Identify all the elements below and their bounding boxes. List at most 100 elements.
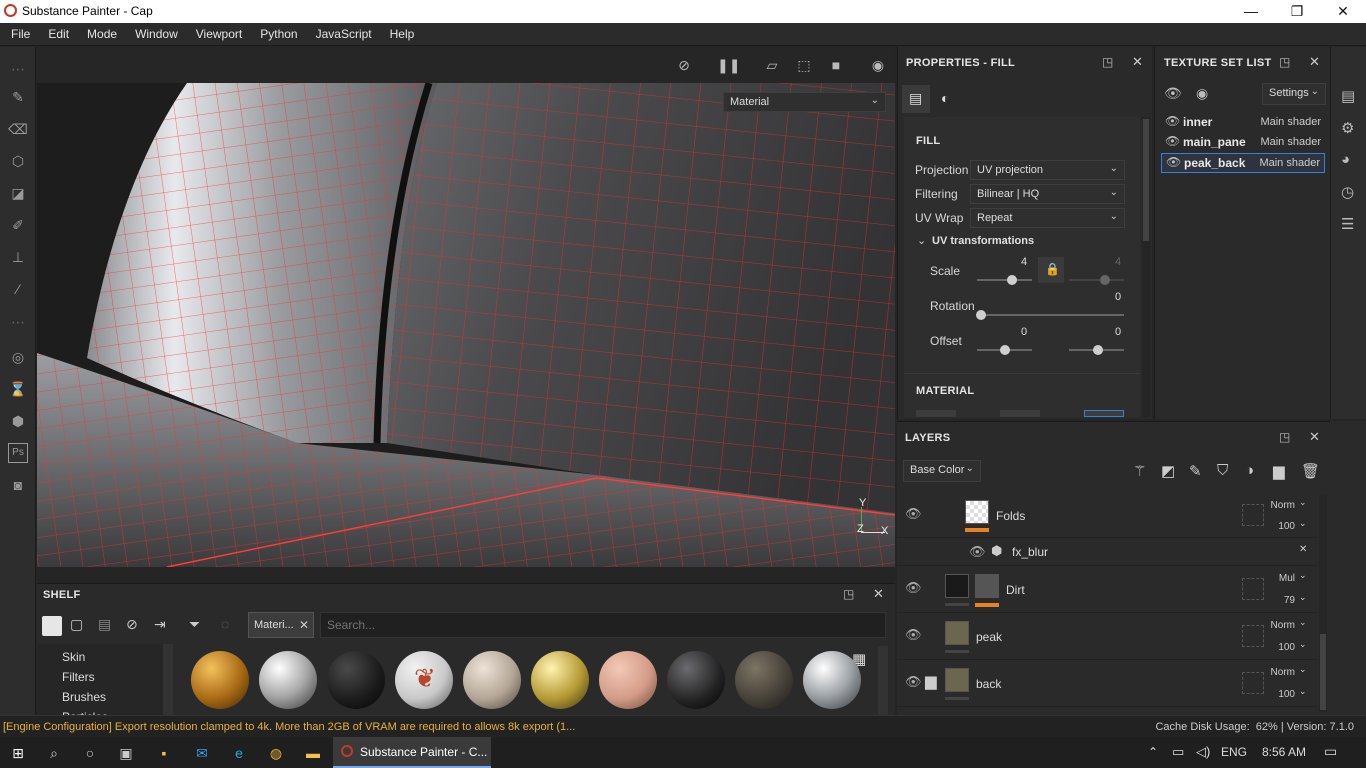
float-panel-icon[interactable]: ◳ xyxy=(1279,55,1290,69)
close-layers-icon[interactable]: ✕ xyxy=(1309,429,1320,445)
display-settings-icon[interactable]: ⚙ xyxy=(1341,119,1354,137)
menu-javascript[interactable]: JavaScript xyxy=(307,23,381,46)
close-shelf-icon[interactable]: ✕ xyxy=(873,586,884,602)
channel-dropdown[interactable]: Base Color ⌄ xyxy=(903,460,981,482)
offset-u-slider-knob[interactable] xyxy=(1000,345,1010,355)
material-ball-black[interactable] xyxy=(327,651,385,709)
notifications-icon[interactable]: ▭ xyxy=(1324,743,1337,760)
substance-icon[interactable]: ⬢ xyxy=(8,411,28,431)
blend-mode[interactable]: Norm xyxy=(1271,667,1295,678)
clock[interactable]: 8:56 AM xyxy=(1262,745,1306,759)
menu-python[interactable]: Python xyxy=(251,23,306,46)
log-icon[interactable]: ☰ xyxy=(1341,215,1354,233)
chevron-down-icon[interactable]: ⌄ xyxy=(1299,664,1307,675)
3d-viewport[interactable]: Material ⌄ Y X Z xyxy=(37,83,895,567)
opacity-value[interactable]: 100 xyxy=(1278,521,1295,532)
opacity-value[interactable]: 79 xyxy=(1284,595,1295,606)
float-panel-icon[interactable]: ◳ xyxy=(1102,55,1113,69)
texture-set-item-inner[interactable]: 👁 inner Main shader xyxy=(1161,113,1325,131)
add-mask-icon[interactable]: ◩ xyxy=(1161,462,1175,480)
chevron-down-icon[interactable]: ⌄ xyxy=(1299,497,1307,508)
uv-transformations-label[interactable]: UV transformations xyxy=(932,235,1034,247)
material-tab[interactable]: ◐ xyxy=(934,85,962,113)
texture-set-settings-icon[interactable]: ▤ xyxy=(1341,87,1355,105)
scale-lock-button[interactable]: 🔒 xyxy=(1038,257,1064,283)
category-brushes[interactable]: Brushes xyxy=(62,690,106,704)
eraser-icon[interactable]: ⌫ xyxy=(8,119,28,139)
category-filters[interactable]: Filters xyxy=(62,670,95,684)
minimize-button[interactable]: — xyxy=(1228,0,1274,23)
show-hidden-icons-icon[interactable]: ⌃ xyxy=(1148,745,1158,759)
smudge-icon[interactable]: ✐ xyxy=(8,215,28,235)
pause-icon[interactable]: ❚❚ xyxy=(717,55,740,75)
shader-settings-icon[interactable]: ◕ xyxy=(1341,151,1350,168)
material-toggle-2[interactable] xyxy=(1000,410,1040,417)
collapse-chevron-icon[interactable]: ⌄ xyxy=(917,234,926,247)
mask-slot[interactable] xyxy=(1242,504,1264,526)
float-panel-icon[interactable]: ◳ xyxy=(1279,430,1290,444)
material-ball-gold-hex[interactable] xyxy=(191,651,249,709)
close-properties-icon[interactable]: ✕ xyxy=(1132,54,1143,70)
remove-filter-icon[interactable]: ✕ xyxy=(299,618,309,632)
chevron-down-icon[interactable]: ⌄ xyxy=(1299,570,1307,581)
blend-mode[interactable]: Norm xyxy=(1271,620,1295,631)
menu-edit[interactable]: Edit xyxy=(39,23,78,46)
add-folder-icon[interactable]: ▆ xyxy=(1273,462,1285,480)
file-explorer-icon[interactable]: ▬ xyxy=(303,743,323,763)
bake-icon[interactable]: ◎ xyxy=(8,347,28,367)
eye-icon[interactable]: 👁 xyxy=(905,580,922,596)
material-ball-clay[interactable] xyxy=(463,651,521,709)
view-mode-dropdown[interactable]: Material ⌄ xyxy=(723,92,886,112)
store-icon[interactable]: ▪ xyxy=(154,743,174,763)
add-fill-layer-icon[interactable]: ⛉ xyxy=(1217,462,1228,479)
layer-row-folds[interactable]: 👁 Folds Norm 100 ⌄ ⌄ xyxy=(897,494,1317,538)
shelf-search-input[interactable] xyxy=(320,612,886,638)
material-ball-leaf[interactable]: ❦ xyxy=(395,651,453,709)
clone-stamp-icon[interactable]: ⊥ xyxy=(8,247,28,267)
layer-row-peak[interactable]: 👁 peak Norm 100 ⌄ ⌄ xyxy=(897,613,1317,660)
timeline-icon[interactable]: ⌛ xyxy=(8,379,28,399)
projection-dropdown[interactable]: UV projection ⌄ xyxy=(970,160,1125,180)
chevron-down-icon[interactable]: ⌄ xyxy=(1299,639,1307,650)
reset-icon[interactable]: ◌ xyxy=(221,616,229,632)
blend-mode[interactable]: Norm xyxy=(1271,500,1295,511)
close-texture-set-list-icon[interactable]: ✕ xyxy=(1309,54,1320,70)
properties-scrollbar[interactable] xyxy=(1142,117,1150,417)
mask-slot[interactable] xyxy=(1242,625,1264,647)
texture-set-item-peak-back[interactable]: 👁 peak_back Main shader xyxy=(1161,153,1325,173)
delete-layer-icon[interactable]: 🗑 xyxy=(1301,462,1320,480)
remove-effect-icon[interactable]: ✕ xyxy=(1299,544,1307,555)
material-ball-brass[interactable] xyxy=(531,651,589,709)
material-ball-skin[interactable] xyxy=(599,651,657,709)
windows-start-icon[interactable]: ⊞ xyxy=(8,743,28,763)
3d-view-icon[interactable]: ⬚ xyxy=(793,55,815,75)
add-effect-icon[interactable]: ⚚ xyxy=(1133,462,1146,480)
eye-icon[interactable]: 👁 xyxy=(905,627,922,643)
paint-brush-icon[interactable]: ✎ xyxy=(8,87,28,107)
network-icon[interactable]: ▭ xyxy=(1172,744,1184,760)
scale-slider-track[interactable] xyxy=(977,279,1032,281)
material-ball-carbon[interactable] xyxy=(667,651,725,709)
camera-icon[interactable]: ■ xyxy=(825,55,847,75)
filtering-dropdown[interactable]: Bilinear | HQ ⌄ xyxy=(970,184,1125,204)
material-ball-worn[interactable] xyxy=(735,651,793,709)
menu-viewport[interactable]: Viewport xyxy=(187,23,251,46)
maximize-button[interactable]: ❐ xyxy=(1274,0,1320,23)
add-smart-material-icon[interactable]: ◑ xyxy=(1245,462,1254,479)
menu-file[interactable]: File xyxy=(2,23,39,46)
hide-ui-icon[interactable]: ⊘ xyxy=(673,55,695,75)
uvwrap-dropdown[interactable]: Repeat ⌄ xyxy=(970,208,1125,228)
chevron-down-icon[interactable]: ⌄ xyxy=(1299,617,1307,628)
layers-scrollbar[interactable] xyxy=(1319,494,1327,712)
mask-slot[interactable] xyxy=(1242,578,1264,600)
history-icon[interactable]: ◷ xyxy=(1341,183,1354,201)
library-icon[interactable]: ▤ xyxy=(98,616,111,633)
material-ball-chrome[interactable] xyxy=(259,651,317,709)
fill-settings-tab[interactable]: ▤ xyxy=(902,85,930,113)
search-icon[interactable]: ⌕ xyxy=(44,743,64,763)
rotation-slider-knob[interactable] xyxy=(976,310,986,320)
eye-icon[interactable]: 👁 xyxy=(905,674,922,690)
status-message[interactable]: [Engine Configuration] Export resolution… xyxy=(3,721,575,733)
material-toggle-1[interactable] xyxy=(916,410,956,417)
chevron-down-icon[interactable]: ⌄ xyxy=(1299,518,1307,529)
